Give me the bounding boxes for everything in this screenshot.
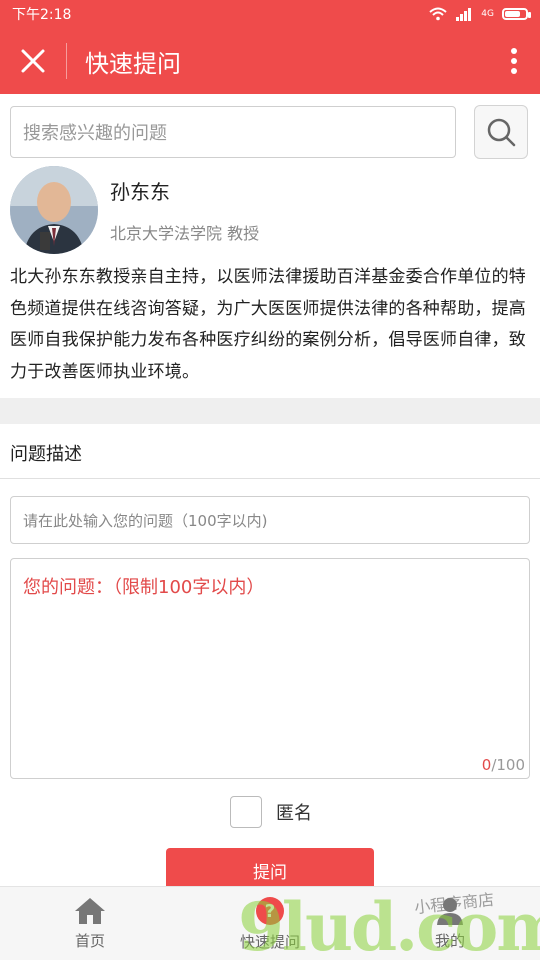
tab-home[interactable]: 首页 [0,887,180,960]
svg-text:?: ? [265,901,275,922]
bottom-tab-bar: 首页 ? 快速提问 我的 [0,886,540,960]
question-body-placeholder: 您的问题：（限制100字以内） [23,577,265,598]
network-type: 4G [481,9,494,19]
question-title-input[interactable]: 请在此处输入您的问题（100字以内) [10,496,530,544]
header-divider [66,43,67,79]
form-section-title: 问题描述 [10,444,82,465]
more-vertical-icon [511,48,517,74]
anonymous-checkbox[interactable] [230,796,262,828]
page-title: 快速提问 [85,49,181,78]
close-icon [21,49,45,73]
header: 快速提问 [0,28,540,94]
avatar [10,166,98,254]
anonymous-label: 匿名 [276,803,312,824]
home-icon [75,898,105,924]
expert-name: 孙东东 [110,180,170,204]
divider [0,478,540,479]
question-body-textarea[interactable]: 您的问题：（限制100字以内） 0/100 [10,558,530,779]
signal-icon [456,8,472,21]
search-input[interactable]: 搜索感兴趣的问题 [10,106,456,158]
tab-mine-label: 我的 [434,932,465,950]
tab-home-label: 首页 [74,932,105,950]
question-icon: ? [256,897,284,925]
search-button[interactable] [474,105,528,159]
char-count: 0 [481,756,492,774]
char-limit: /100 [491,756,525,774]
search-bar: 搜索感兴趣的问题 [10,104,530,160]
char-counter: 0/100 [482,756,525,774]
battery-icon [502,8,531,20]
status-time: 下午2:18 [12,7,72,23]
tab-quick-question[interactable]: ? 快速提问 [180,887,360,960]
status-icons: 4G [429,7,531,21]
anonymous-option: 匿名 [230,796,312,828]
wifi-icon [429,7,447,21]
tab-mine[interactable]: 我的 [360,887,540,960]
expert-intro: 北大孙东东教授亲自主持，以医师法律援助百洋基金委合作单位的特色频道提供在线咨询答… [10,267,526,382]
user-icon [437,898,463,925]
section-separator [0,398,540,424]
more-button[interactable] [488,28,540,94]
search-icon [487,118,516,147]
status-bar: 下午2:18 4G [0,0,540,28]
expert-affiliation: 北京大学法学院 教授 [110,224,260,243]
close-button[interactable] [0,28,66,94]
tab-quick-question-label: 快速提问 [239,933,300,951]
expert-profile: 孙东东 北京大学法学院 教授 [10,166,530,256]
